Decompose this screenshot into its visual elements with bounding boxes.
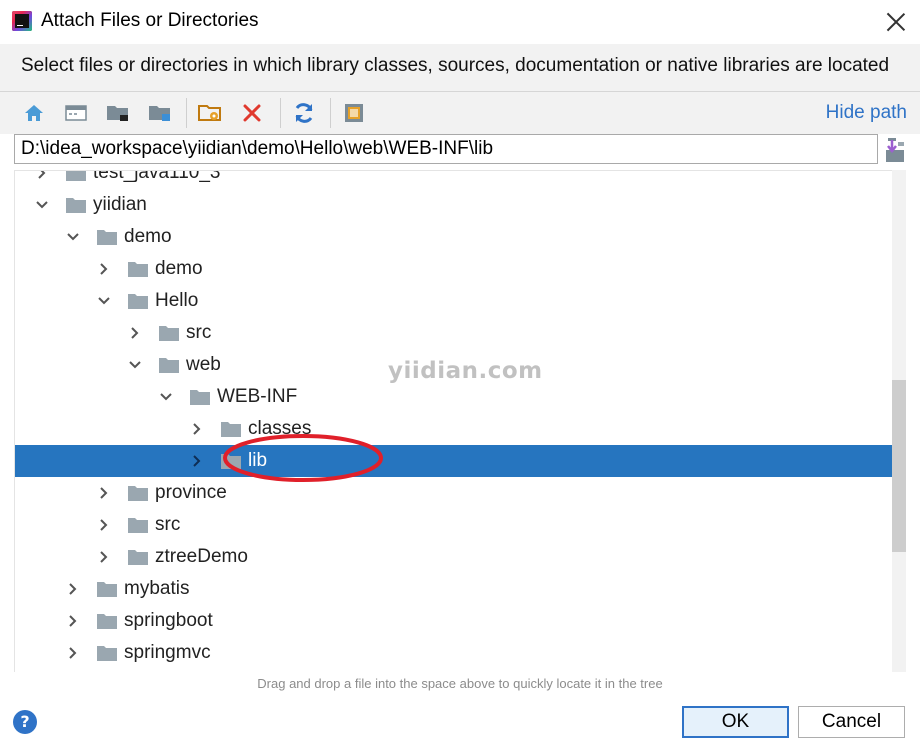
folder-icon: [65, 171, 87, 182]
show-hidden-icon[interactable]: [340, 99, 368, 127]
download-icon[interactable]: [882, 136, 908, 164]
tree-row[interactable]: demo: [15, 221, 892, 253]
dialog-description: Select files or directories in which lib…: [0, 44, 920, 92]
chevron-down-icon[interactable]: [66, 230, 80, 244]
tree-row[interactable]: classes: [15, 413, 892, 445]
tree-row-label: web: [186, 354, 221, 375]
desktop-icon[interactable]: [62, 99, 90, 127]
chevron-right-icon[interactable]: [128, 326, 142, 340]
new-folder-icon[interactable]: [196, 99, 224, 127]
tree-row-label: src: [186, 322, 212, 343]
description-text: Select files or directories in which lib…: [21, 55, 890, 76]
tree-row[interactable]: web: [15, 349, 892, 381]
chevron-down-icon[interactable]: [128, 358, 142, 372]
tree-row-label: test_java110_3: [93, 170, 221, 183]
drag-drop-hint: Drag and drop a file into the space abov…: [257, 676, 663, 691]
intellij-app-icon: [12, 11, 32, 31]
tree-row-label: province: [155, 482, 227, 503]
chevron-right-icon[interactable]: [97, 518, 111, 532]
tree-row[interactable]: lib: [15, 445, 892, 477]
tree-row[interactable]: springboot: [15, 605, 892, 637]
tree-row-label: ztreeDemo: [155, 546, 248, 567]
folder-icon: [96, 228, 118, 246]
path-input[interactable]: [15, 135, 877, 163]
chevron-right-icon[interactable]: [97, 486, 111, 500]
folder-icon: [127, 260, 149, 278]
folder-icon: [220, 420, 242, 438]
toolbar: Hide path: [0, 92, 920, 134]
chevron-right-icon[interactable]: [190, 454, 204, 468]
cancel-button[interactable]: Cancel: [798, 706, 905, 738]
hide-path-link[interactable]: Hide path: [826, 102, 907, 124]
folder-icon: [127, 516, 149, 534]
chevron-down-icon[interactable]: [159, 390, 173, 404]
tree-row-label: springboot: [124, 610, 213, 631]
tree-row-label: lib: [248, 450, 268, 471]
chevron-right-icon[interactable]: [35, 171, 49, 180]
path-field[interactable]: [14, 134, 878, 164]
tree-scrollbar[interactable]: [892, 170, 906, 672]
tree-row-label: mybatis: [124, 578, 190, 599]
scrollbar-thumb[interactable]: [892, 380, 906, 552]
folder-icon: [65, 196, 87, 214]
chevron-right-icon[interactable]: [190, 422, 204, 436]
tree-row[interactable]: ztreeDemo: [15, 541, 892, 573]
tree-row[interactable]: Hello: [15, 285, 892, 317]
module-folder-icon[interactable]: [146, 99, 174, 127]
chevron-right-icon[interactable]: [97, 262, 111, 276]
refresh-icon[interactable]: [290, 99, 318, 127]
tree-row[interactable]: src: [15, 509, 892, 541]
folder-icon: [158, 324, 180, 342]
tree-row-label: springmvc: [124, 642, 211, 663]
title-bar: Attach Files or Directories: [0, 0, 920, 44]
tree-row-label: WEB-INF: [217, 386, 298, 407]
chevron-right-icon[interactable]: [97, 550, 111, 564]
folder-icon: [127, 548, 149, 566]
folder-icon: [127, 484, 149, 502]
delete-icon[interactable]: [238, 99, 266, 127]
project-folder-icon[interactable]: [104, 99, 132, 127]
help-icon[interactable]: ?: [13, 710, 37, 734]
folder-icon: [96, 612, 118, 630]
chevron-down-icon[interactable]: [97, 294, 111, 308]
tree-row-label: demo: [155, 258, 203, 279]
folder-icon: [158, 356, 180, 374]
close-icon[interactable]: [886, 12, 906, 32]
file-tree[interactable]: test_java110_3yiidian demo demo Hello src web…: [14, 170, 892, 672]
ok-button[interactable]: OK: [682, 706, 789, 738]
tree-row[interactable]: yiidian: [15, 189, 892, 221]
chevron-right-icon[interactable]: [66, 646, 80, 660]
tree-row-label: classes: [248, 418, 312, 439]
tree-row-label: demo: [124, 226, 172, 247]
dialog-title: Attach Files or Directories: [41, 10, 259, 31]
tree-row[interactable]: src: [15, 317, 892, 349]
folder-icon: [96, 580, 118, 598]
chevron-right-icon[interactable]: [66, 582, 80, 596]
tree-row[interactable]: springmvc: [15, 637, 892, 669]
chevron-right-icon[interactable]: [66, 614, 80, 628]
folder-icon: [189, 388, 211, 406]
home-icon[interactable]: [20, 99, 48, 127]
folder-icon: [220, 452, 242, 470]
tree-row-label: yiidian: [93, 194, 147, 215]
tree-row[interactable]: province: [15, 477, 892, 509]
folder-icon: [96, 644, 118, 662]
tree-row-label: src: [155, 514, 181, 535]
tree-row-label: Hello: [155, 290, 199, 311]
tree-row[interactable]: test_java110_3: [15, 170, 892, 189]
folder-icon: [127, 292, 149, 310]
tree-row[interactable]: WEB-INF: [15, 381, 892, 413]
tree-row[interactable]: demo: [15, 253, 892, 285]
tree-row[interactable]: mybatis: [15, 573, 892, 605]
chevron-down-icon[interactable]: [35, 198, 49, 212]
